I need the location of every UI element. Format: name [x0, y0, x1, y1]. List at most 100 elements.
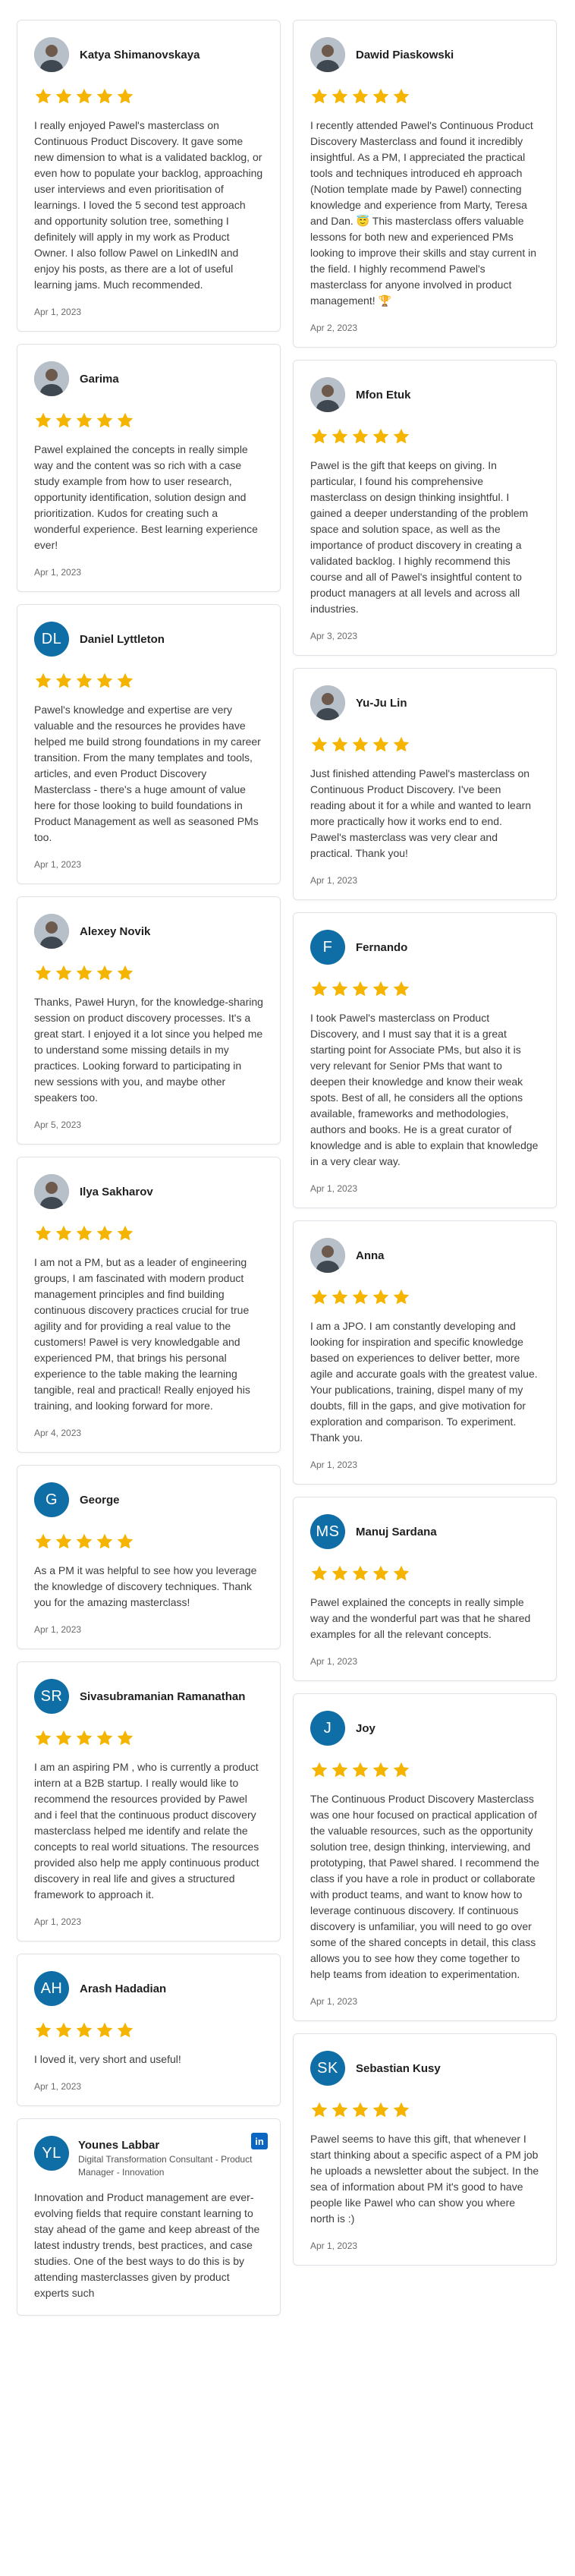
rating-stars [310, 1288, 539, 1308]
star-icon [55, 2022, 72, 2038]
review-date: Apr 2, 2023 [310, 323, 358, 333]
star-icon [352, 2102, 369, 2118]
star-icon [352, 981, 369, 997]
review-text: I am an aspiring PM , who is currently a… [34, 1761, 259, 1901]
reviewer-header: Yu-Ju Lin [310, 685, 539, 720]
person-photo-icon [310, 37, 345, 72]
star-icon [35, 1533, 52, 1549]
star-icon [55, 1730, 72, 1746]
review-text: I took Pawel's masterclass on Product Di… [310, 1012, 539, 1167]
reviewer-name: Katya Shimanovskaya [80, 48, 200, 61]
linkedin-icon[interactable]: in [251, 2133, 268, 2149]
avatar-initials: AH [34, 1971, 69, 2006]
reviewer-name: George [80, 1493, 120, 1507]
star-icon [117, 965, 134, 981]
star-icon [55, 1533, 72, 1549]
star-icon [331, 2102, 348, 2118]
rating-stars [310, 980, 539, 1000]
person-photo-icon [34, 1174, 69, 1209]
reviewer-name: Sivasubramanian Ramanathan [80, 1690, 246, 1703]
rating-stars [310, 87, 539, 107]
avatar-initials: MS [310, 1514, 345, 1549]
avatar [310, 377, 345, 412]
review-date: Apr 1, 2023 [34, 307, 82, 317]
rating-stars [34, 87, 263, 107]
review-text: I am not a PM, but as a leader of engine… [34, 1256, 250, 1412]
star-icon [117, 1225, 134, 1241]
review-card: Alexey Novik Thanks, Paweł Huryn, for the… [17, 896, 281, 1145]
star-icon [117, 1730, 134, 1746]
reviewer-name: Yu-Ju Lin [356, 696, 407, 710]
avatar [310, 1238, 345, 1273]
review-card: G George As a PM it was helpful to see how… [17, 1465, 281, 1649]
reviewer-header: SK Sebastian Kusy [310, 2051, 539, 2086]
star-icon [76, 965, 93, 981]
star-icon [96, 88, 113, 104]
reviewer-header: Anna [310, 1238, 539, 1273]
rating-stars [34, 672, 263, 691]
rating-stars [310, 1564, 539, 1584]
review-text: I recently attended Pawel's Continuous P… [310, 119, 537, 307]
reviewer-name: Daniel Lyttleton [80, 632, 165, 646]
review-card: Yu-Ju Lin Just finished attending Pawel's… [293, 668, 557, 900]
star-icon [117, 412, 134, 428]
review-date: Apr 1, 2023 [34, 2081, 82, 2092]
review-card: Katya Shimanovskaya I really enjoyed Pawe… [17, 20, 281, 332]
star-icon [331, 736, 348, 752]
star-icon [393, 2102, 410, 2118]
rating-stars [34, 1532, 263, 1552]
review-date: Apr 1, 2023 [310, 1183, 358, 1194]
review-card: J Joy The Continuous Product Discovery Mas… [293, 1693, 557, 2021]
star-icon [55, 1225, 72, 1241]
star-icon [393, 1565, 410, 1581]
rating-stars [34, 411, 263, 431]
review-card: DL Daniel Lyttleton Pawel's knowledge and … [17, 604, 281, 884]
star-icon [55, 88, 72, 104]
star-icon [117, 672, 134, 688]
avatar-initials: F [310, 930, 345, 965]
avatar-initials: SK [310, 2051, 345, 2086]
star-icon [372, 2102, 389, 2118]
star-icon [352, 428, 369, 444]
reviewer-header: Dawid Piaskowski [310, 37, 539, 72]
star-icon [393, 1762, 410, 1778]
star-icon [96, 672, 113, 688]
reviewer-name: Fernando [356, 940, 408, 954]
star-icon [311, 428, 328, 444]
person-photo-icon [310, 685, 345, 720]
review-date: Apr 5, 2023 [34, 1120, 82, 1130]
star-icon [76, 1533, 93, 1549]
reviewer-header: SR Sivasubramanian Ramanathan [34, 1679, 263, 1714]
star-icon [76, 88, 93, 104]
star-icon [372, 428, 389, 444]
star-icon [117, 2022, 134, 2038]
review-card: SR Sivasubramanian Ramanathan I am an aspi… [17, 1661, 281, 1941]
star-icon [117, 1533, 134, 1549]
star-icon [311, 2102, 328, 2118]
review-date: Apr 1, 2023 [34, 859, 82, 870]
review-card: Dawid Piaskowski I recently attended Pawe… [293, 20, 557, 348]
review-text: I loved it, very short and useful! [34, 2053, 181, 2065]
reviewer-meta: Younes Labbar Digital Transformation Cons… [78, 2136, 263, 2179]
rating-stars [34, 964, 263, 984]
avatar [34, 361, 69, 396]
star-icon [372, 1762, 389, 1778]
reviewer-name: Arash Hadadian [80, 1982, 167, 1995]
review-date: Apr 1, 2023 [34, 567, 82, 578]
star-icon [35, 1225, 52, 1241]
reviewer-header: G George [34, 1482, 263, 1517]
review-date: Apr 1, 2023 [310, 2241, 358, 2251]
reviewer-name: Ilya Sakharov [80, 1185, 153, 1198]
star-icon [331, 428, 348, 444]
reviewer-name: Joy [356, 1721, 375, 1735]
person-photo-icon [34, 361, 69, 396]
star-icon [352, 1565, 369, 1581]
avatar-initials: DL [34, 622, 69, 657]
avatar [34, 37, 69, 72]
star-icon [76, 672, 93, 688]
review-text: Pawel seems to have this gift, that when… [310, 2133, 539, 2225]
star-icon [76, 2022, 93, 2038]
review-text: I really enjoyed Pawel's masterclass on … [34, 119, 263, 291]
reviewer-name: Younes Labbar [78, 2139, 160, 2152]
rating-stars [310, 1761, 539, 1781]
